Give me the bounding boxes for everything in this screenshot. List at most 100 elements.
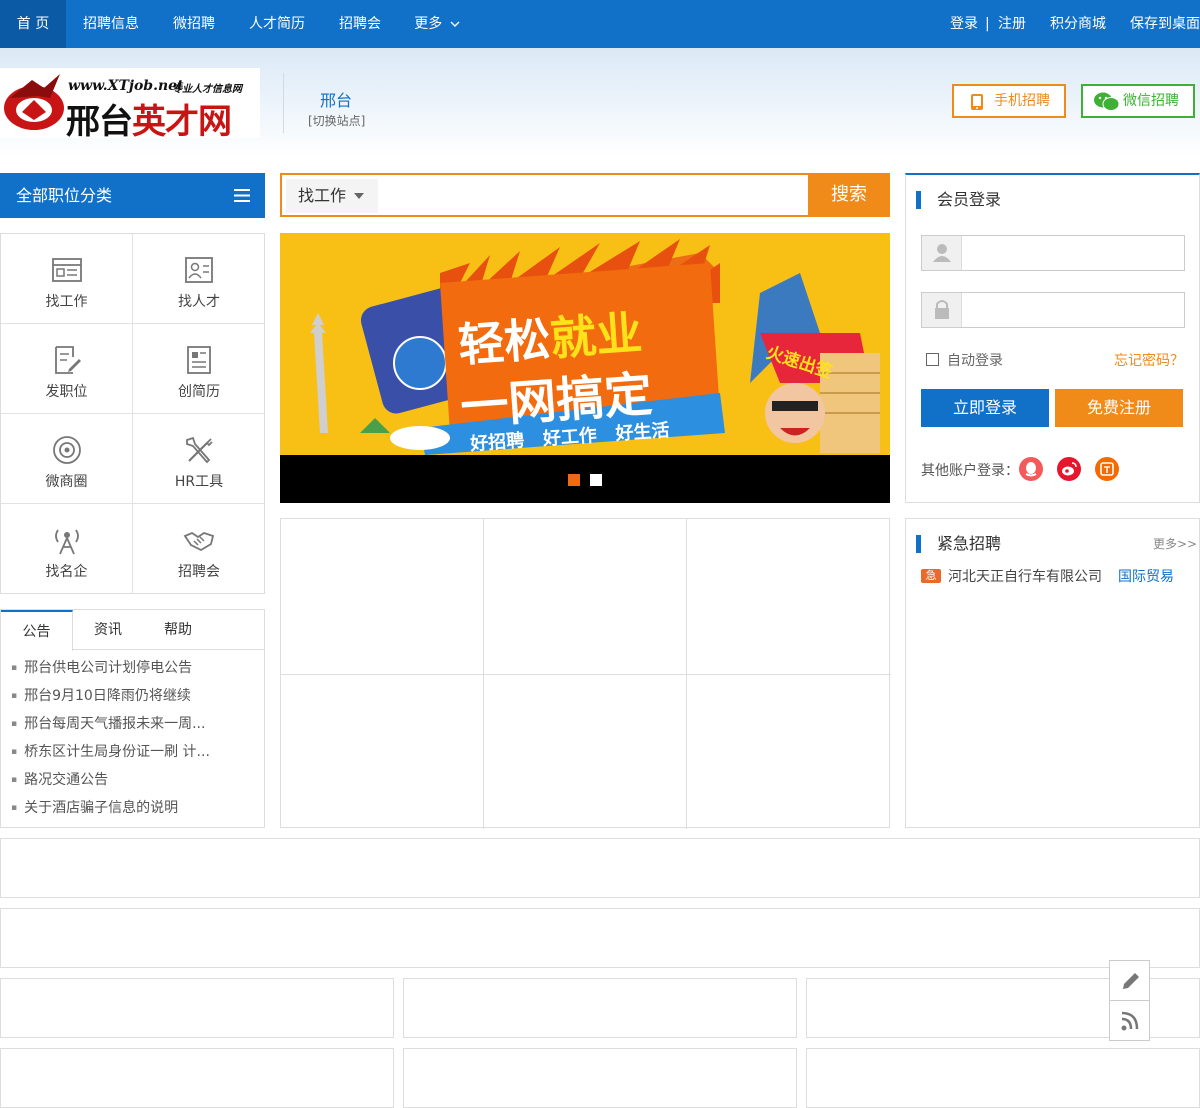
qq-icon[interactable] (1019, 457, 1043, 481)
pencil-icon (1123, 973, 1139, 989)
promo-banner[interactable]: 轻松就业 一网搞定 好招聘 好工作 好生活 火速出签 (280, 233, 890, 503)
cat-post-job-label: 发职位 (45, 384, 88, 400)
carousel-dot-active[interactable] (568, 474, 580, 486)
current-city: 邢台 (320, 91, 353, 110)
cat-find-talent-label: 找人才 (178, 294, 220, 310)
notice-item[interactable]: 桥东区计生局身份证一刷 计... (11, 741, 210, 761)
cat-create-resume-label: 创简历 (178, 384, 220, 400)
rss-icon (1121, 1011, 1139, 1031)
nav-more-label: 更多 (414, 16, 443, 32)
tower-icon (55, 529, 79, 555)
weibo-icon[interactable] (1057, 457, 1081, 481)
wechat-recruit-button[interactable]: 微信招聘 (1081, 84, 1195, 118)
logo-url: www.XTjob.net (68, 78, 184, 94)
featured-company-grid (280, 518, 891, 829)
notice-item[interactable]: 邢台每周天气播报未来一周... (11, 713, 205, 733)
login-link[interactable]: 登录 (950, 0, 978, 48)
all-categories-title: 全部职位分类 (16, 186, 113, 205)
password-input[interactable] (966, 295, 1176, 325)
cat-famous-company-label: 找名企 (45, 564, 88, 580)
notice-item[interactable]: 邢台供电公司计划停电公告 (11, 657, 192, 677)
username-input[interactable] (966, 238, 1176, 268)
cat-micro-circle[interactable]: 微商圈 (1, 414, 133, 504)
caret-down-icon (354, 193, 364, 199)
notice-item[interactable]: 路况交通公告 (11, 769, 108, 789)
all-categories-bar[interactable]: 全部职位分类 (0, 173, 265, 218)
id-card-icon (185, 257, 213, 283)
category-grid: 找工作 找人才 发职位 创简历 微商圈 HR工具 找名企 招聘会 (0, 233, 265, 594)
wechat-icon (1094, 92, 1120, 111)
search-input[interactable] (382, 179, 802, 213)
search-button[interactable]: 搜索 (808, 173, 890, 217)
banner-pager-bar (280, 455, 890, 503)
rss-float-button[interactable] (1109, 1000, 1150, 1041)
cat-hr-tools-label: HR工具 (174, 474, 224, 490)
logo-name-a: 邢台 (66, 102, 133, 142)
mobile-recruit-button[interactable]: 手机招聘 (952, 84, 1066, 118)
search-bar: 找工作 搜索 (280, 173, 890, 217)
register-link[interactable]: 注册 (998, 0, 1026, 48)
nav-resumes[interactable]: 人才简历 (236, 0, 318, 48)
nav-wechat-recruit[interactable]: 微招聘 (160, 0, 228, 48)
menu-icon (234, 189, 250, 202)
username-field[interactable] (921, 235, 1185, 271)
switch-site-link[interactable]: [切换站点] (308, 112, 365, 129)
info-tabs: 公告 资讯 帮助 邢台供电公司计划停电公告 邢台9月10日降雨仍将继续 邢台每周… (0, 609, 265, 828)
forgot-password-link[interactable]: 忘记密码？ (1114, 350, 1184, 370)
tab-news[interactable]: 资讯 (73, 610, 143, 650)
cat-post-job[interactable]: 发职位 (1, 324, 133, 414)
nav-home[interactable]: 首 页 (0, 0, 66, 48)
cat-hr-tools[interactable]: HR工具 (133, 414, 265, 504)
tab-header: 公告 资讯 帮助 (1, 610, 264, 651)
user-icon (922, 236, 962, 270)
logo-slogan: 专业人才信息网 (172, 84, 242, 95)
content-box (403, 978, 797, 1038)
register-button[interactable]: 免费注册 (1055, 389, 1183, 427)
site-logo[interactable]: www.XTjob.net 专业人才信息网 邢台英才网 (0, 68, 260, 142)
nav-more[interactable]: 更多 (402, 0, 472, 48)
cat-find-job[interactable]: 找工作 (1, 234, 133, 324)
cat-job-fair-label: 招聘会 (178, 564, 220, 580)
content-box (0, 1048, 394, 1108)
taobao-icon[interactable] (1095, 457, 1119, 481)
auto-login-label: 自动登录 (947, 353, 1003, 369)
carousel-dot[interactable] (590, 474, 602, 486)
member-login-panel: 会员登录 自动登录 忘记密码？ 立即登录 免费注册 其他账户登录： (905, 173, 1200, 503)
feedback-float-button[interactable] (1109, 960, 1150, 1001)
job-list-icon (52, 258, 82, 282)
cat-job-fair[interactable]: 招聘会 (133, 504, 265, 594)
auto-login-checkbox[interactable] (926, 353, 939, 366)
logo-name-b: 英才网 (132, 102, 232, 142)
lock-icon (922, 293, 962, 327)
cat-create-resume[interactable]: 创简历 (133, 324, 265, 414)
login-button[interactable]: 立即登录 (921, 389, 1049, 427)
target-icon (53, 436, 81, 464)
urgent-title: 紧急招聘 (916, 535, 1001, 553)
handshake-icon (183, 531, 215, 552)
notice-item[interactable]: 邢台9月10日降雨仍将继续 (11, 685, 191, 705)
header-divider (283, 73, 284, 133)
edit-document-icon (55, 346, 81, 374)
search-type-select[interactable]: 找工作 (286, 179, 378, 213)
urgent-more-link[interactable]: 更多>> (1153, 535, 1197, 552)
cat-famous-company[interactable]: 找名企 (1, 504, 133, 594)
wechat-recruit-label: 微信招聘 (1123, 93, 1179, 109)
tab-announcement[interactable]: 公告 (1, 610, 73, 651)
urgent-company-link[interactable]: 河北天正自行车有限公司 (948, 566, 1102, 586)
content-section (0, 908, 1200, 968)
urgent-industry-link[interactable]: 国际贸易 (1118, 566, 1174, 586)
mobile-recruit-label: 手机招聘 (994, 93, 1050, 109)
notice-item[interactable]: 关于酒店骗子信息的说明 (11, 797, 178, 817)
cat-find-job-label: 找工作 (45, 294, 88, 310)
save-desktop-link[interactable]: 保存到桌面 (1130, 0, 1200, 48)
cat-find-talent[interactable]: 找人才 (133, 234, 265, 324)
nav-job-fair[interactable]: 招聘会 (326, 0, 394, 48)
points-mall-link[interactable]: 积分商城 (1050, 0, 1106, 48)
tools-icon (186, 436, 213, 464)
urgent-badge: 急 (921, 569, 941, 583)
phone-icon (971, 94, 983, 110)
password-field[interactable] (921, 292, 1185, 328)
tab-help[interactable]: 帮助 (143, 610, 213, 650)
nav-jobs[interactable]: 招聘信息 (70, 0, 152, 48)
logo-name: 邢台英才网 (66, 94, 232, 143)
